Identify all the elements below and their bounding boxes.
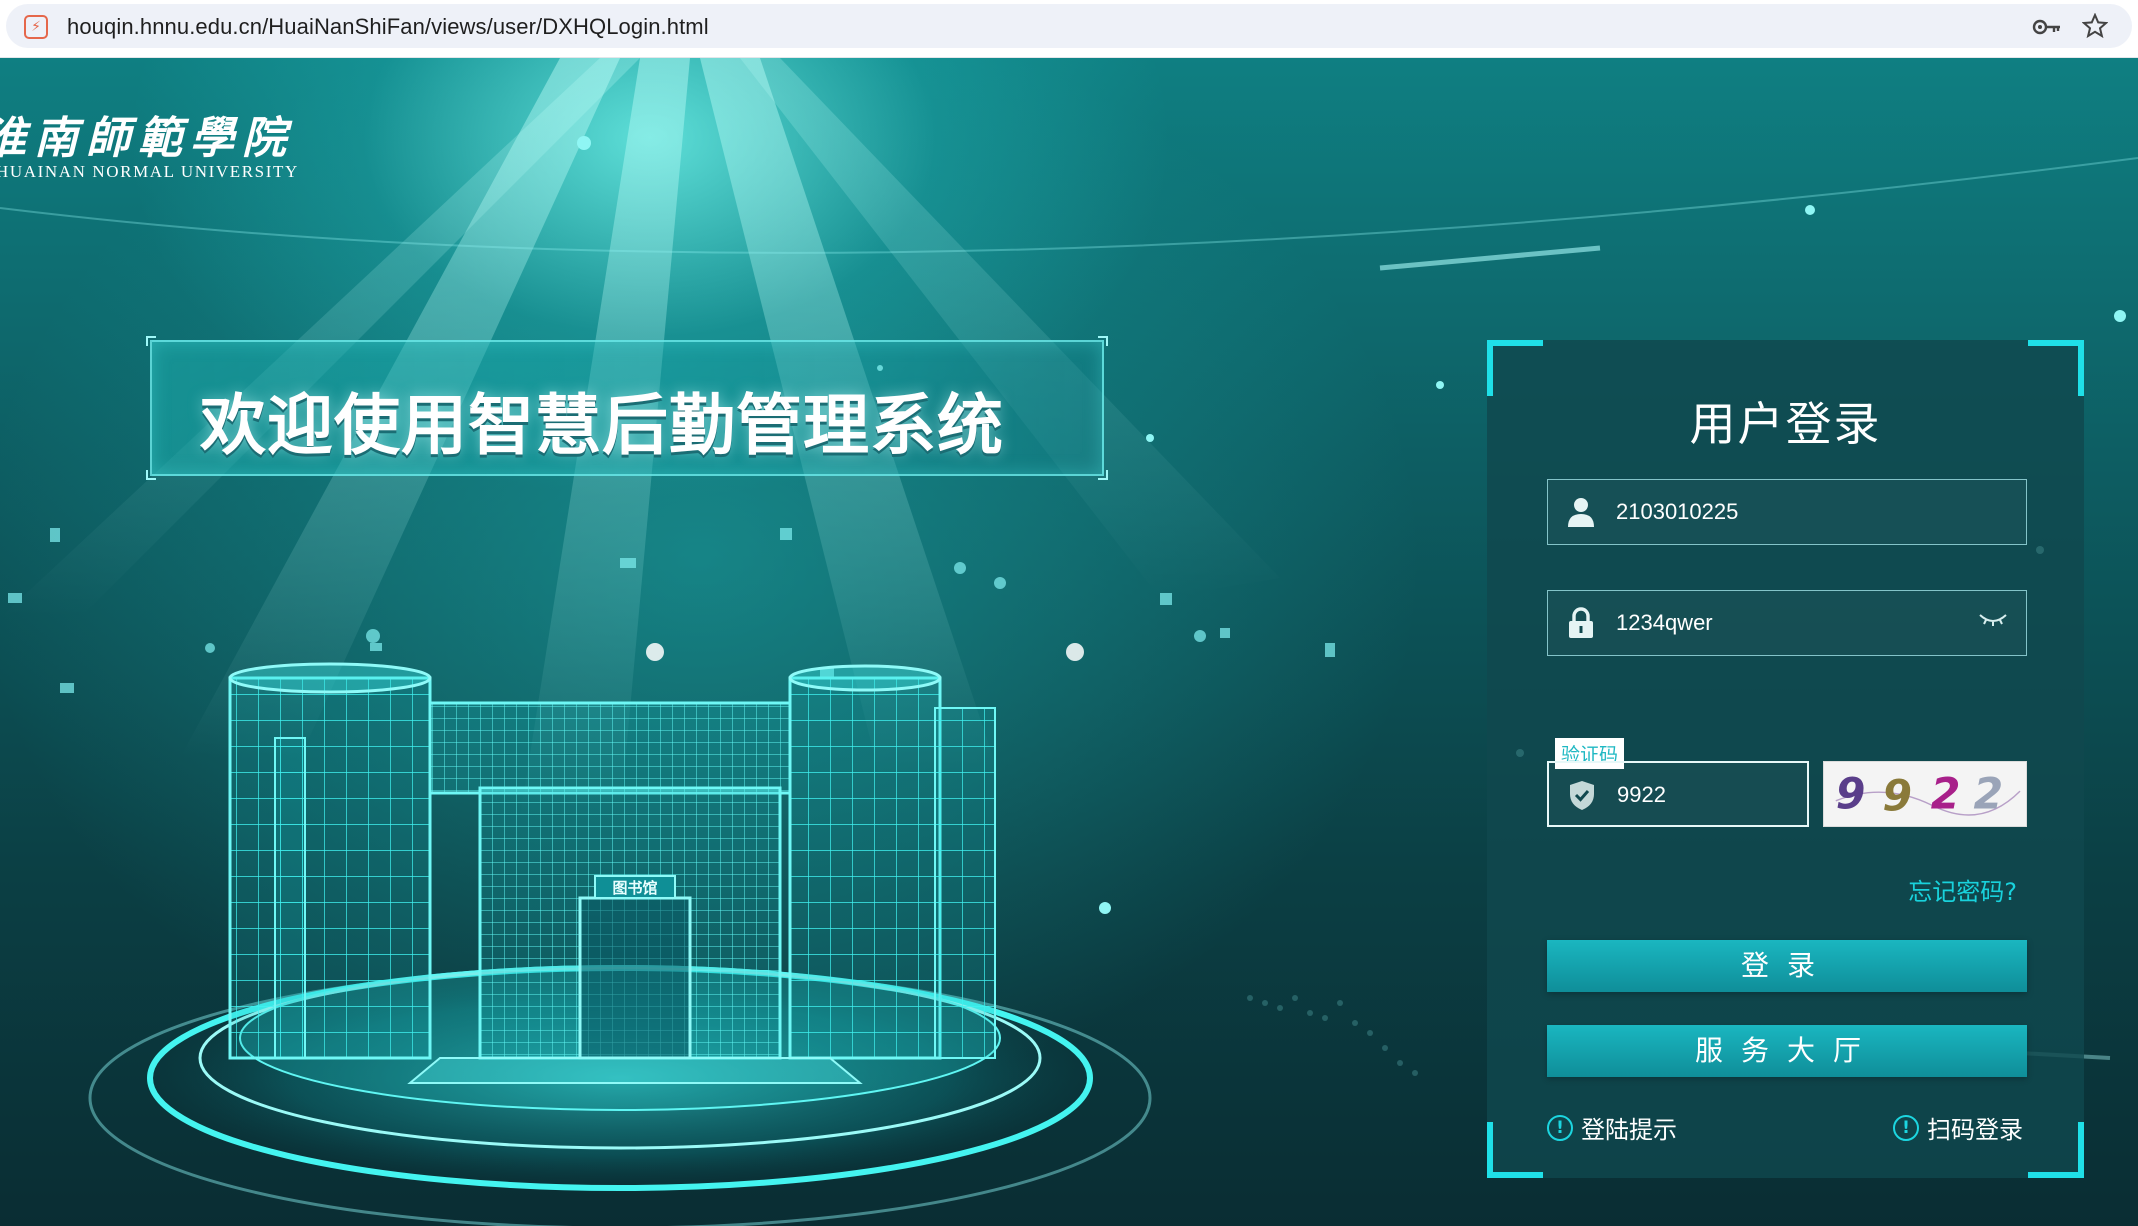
password-value[interactable]: 1234qwer [1616,610,1713,636]
login-panel: 用户登录 2103010225 1234qwer 验证码 9922 9 9 2 … [1487,340,2084,1178]
university-logo-chinese: 淮南師範學院 [0,113,294,164]
user-icon [1568,498,1594,527]
login-title: 用户登录 [1689,397,1882,451]
password-field[interactable]: 1234qwer [1547,590,2027,656]
shield-icon [1570,781,1594,810]
svg-text:2: 2 [1973,770,2003,820]
username-field[interactable]: 2103010225 [1547,479,2027,545]
url-box[interactable]: ⚡ houqin.hnnu.edu.cn/HuaiNanShiFan/views… [6,4,2132,48]
site-favicon-icon: ⚡ [24,15,48,39]
library-label: 图书馆 [612,879,657,897]
eye-closed-icon[interactable] [1978,611,2008,627]
info-icon: ! [1893,1114,1919,1141]
captcha-input[interactable]: 9922 [1547,761,1809,827]
svg-text:9: 9 [1882,771,1912,821]
library-building-illustration: 图书馆 [88,662,1152,1226]
service-hall-button[interactable]: 服务大厅 [1547,1025,2027,1077]
username-value[interactable]: 2103010225 [1616,499,1738,525]
password-key-icon[interactable] [2032,16,2062,38]
info-icon: ! [1547,1114,1573,1141]
university-logo-english: HUAINAN NORMAL UNIVERSITY [0,162,299,181]
qr-login-label: 扫码登录 [1927,1116,2023,1144]
welcome-title: 欢迎使用智慧后勤管理系统 [200,387,1004,464]
browser-address-bar: ⚡ houqin.hnnu.edu.cn/HuaiNanShiFan/views… [0,0,2138,58]
captcha-image[interactable]: 9 9 2 2 [1823,761,2027,827]
lock-icon [1569,607,1593,638]
captcha-value[interactable]: 9922 [1617,782,1666,808]
forgot-password-link[interactable]: 忘记密码? [1487,872,2017,907]
welcome-banner: 欢迎使用智慧后勤管理系统 [146,336,1108,480]
login-hint-link[interactable]: ! 登陆提示 [1547,1110,1677,1145]
svg-text:2: 2 [1931,770,1961,820]
qr-login-link[interactable]: ! 扫码登录 [1893,1110,2023,1145]
login-page-background: 淮南師範學院 HUAINAN NORMAL UNIVERSITY 欢迎使用智慧后… [0,58,2138,1226]
svg-text:9: 9 [1836,770,1866,820]
login-button[interactable]: 登录 [1547,940,2027,992]
url-text[interactable]: houqin.hnnu.edu.cn/HuaiNanShiFan/views/u… [67,14,709,40]
login-hint-label: 登陆提示 [1581,1116,1677,1144]
bookmark-star-icon[interactable] [2082,13,2108,39]
